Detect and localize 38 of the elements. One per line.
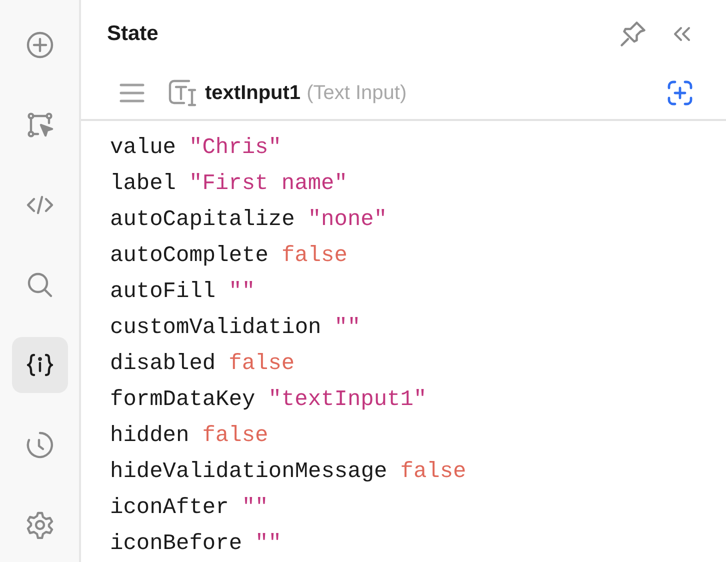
property-value: "First name"	[189, 170, 348, 198]
property-key: formDataKey	[110, 382, 256, 418]
property-key: hideValidationMessage	[110, 454, 388, 490]
property-key: autoComplete	[110, 238, 268, 274]
property-value: false	[400, 458, 466, 486]
property-key: autoCapitalize	[110, 202, 295, 238]
menu-icon[interactable]	[119, 82, 145, 104]
property-value: false	[202, 422, 268, 450]
property-key: label	[110, 166, 176, 202]
property-key: disabled	[110, 346, 216, 382]
settings-icon	[26, 511, 54, 539]
property-key: iconAfter	[110, 490, 229, 526]
property-value: ""	[228, 278, 256, 306]
add-icon	[26, 31, 54, 59]
property-value: ""	[334, 314, 361, 342]
property-value: false	[281, 242, 348, 270]
text-input-icon	[167, 78, 199, 108]
select-tool-icon	[26, 111, 54, 139]
sidebar-button[interactable]	[12, 337, 68, 393]
panel-title: State	[107, 20, 158, 47]
property-value: ""	[242, 494, 268, 522]
property-value: "textInput1"	[268, 386, 427, 414]
add-icon[interactable]	[666, 79, 694, 108]
history-icon	[26, 431, 54, 459]
property-key: autoFill	[110, 274, 216, 310]
component-type: (Text Input)	[306, 81, 407, 106]
property-value: "none"	[308, 206, 388, 234]
property-value: false	[228, 350, 295, 378]
component-name: textInput1	[205, 81, 301, 106]
property-value: "Chris"	[189, 134, 282, 162]
braces-icon	[26, 351, 54, 379]
property-key: customValidation	[110, 310, 322, 346]
property-key: hidden	[110, 418, 190, 454]
property-key: iconBefore	[110, 526, 242, 562]
property-key: value	[110, 130, 176, 166]
pin-icon[interactable]	[618, 18, 648, 49]
search-icon	[26, 271, 54, 299]
property-value: ""	[255, 530, 282, 558]
